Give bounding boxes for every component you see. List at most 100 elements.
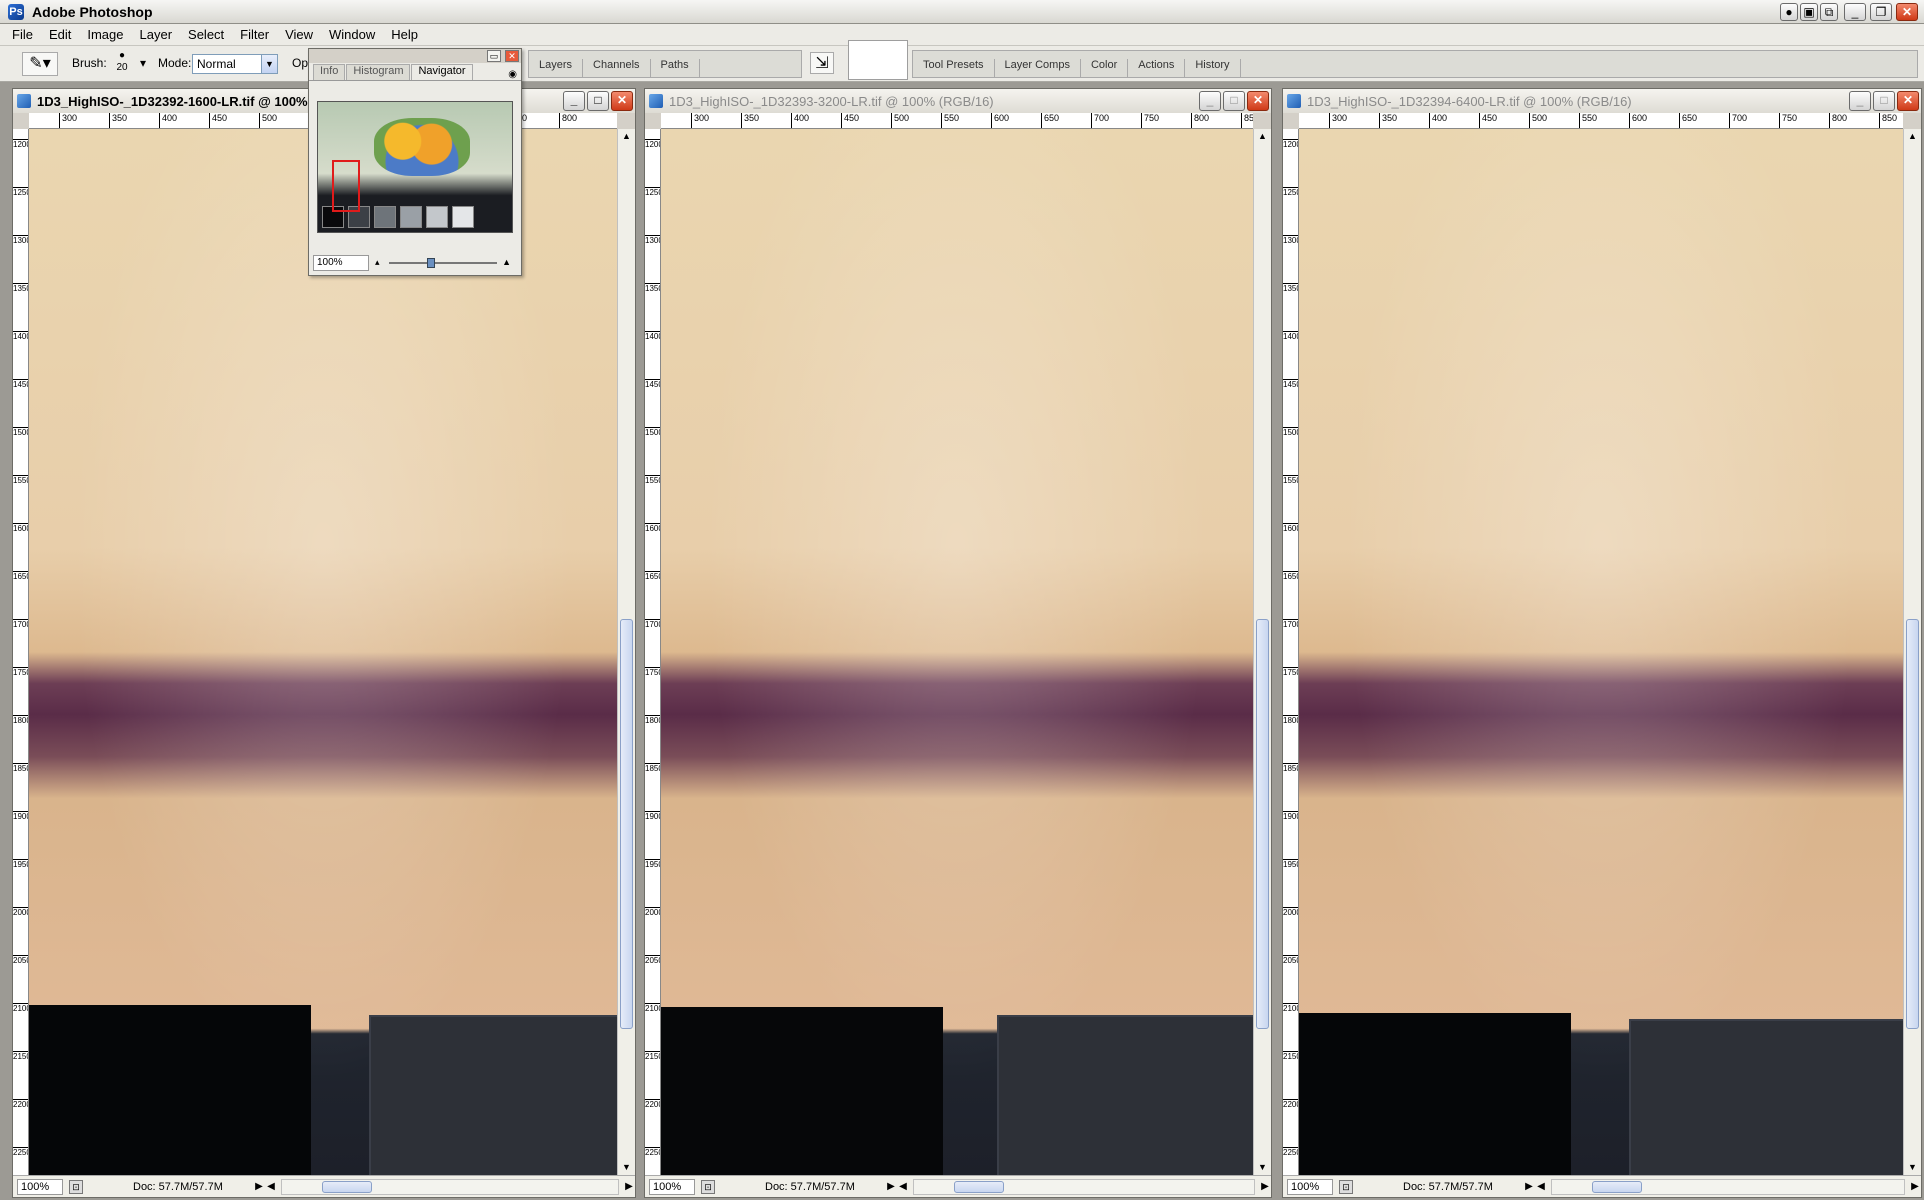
scroll-left-icon[interactable]: ◀ — [1535, 1181, 1547, 1192]
document-status-icon[interactable]: ⊡ — [1339, 1179, 1353, 1194]
scroll-left-icon[interactable]: ◀ — [897, 1181, 909, 1192]
palette-tabs: Info Histogram Navigator ◉ — [309, 63, 521, 81]
scroll-thumb[interactable] — [1592, 1180, 1642, 1193]
status-menu-arrow-icon[interactable]: ▶ — [253, 1181, 265, 1192]
status-menu-arrow-icon[interactable]: ▶ — [885, 1181, 897, 1192]
image-canvas[interactable] — [661, 129, 1253, 1175]
ruler-tick: 700 — [1729, 113, 1747, 128]
menu-filter[interactable]: Filter — [232, 27, 277, 42]
ruler-tick: 350 — [109, 113, 127, 128]
document-window-2[interactable]: 1D3_HighISO-_1D32393-3200-LR.tif @ 100% … — [644, 88, 1272, 1198]
scroll-thumb[interactable] — [620, 619, 633, 1029]
minimize-button[interactable]: _ — [1199, 91, 1221, 111]
maximize-button[interactable]: □ — [587, 91, 609, 111]
scroll-thumb[interactable] — [1256, 619, 1269, 1029]
screen-icon[interactable]: ▣ — [1800, 3, 1818, 21]
minimize-button[interactable]: _ — [1849, 91, 1871, 111]
tab-navigator[interactable]: Navigator — [411, 64, 473, 80]
scroll-down-icon[interactable]: ▼ — [1905, 1160, 1920, 1175]
scroll-down-icon[interactable]: ▼ — [619, 1160, 634, 1175]
navigator-zoom-field[interactable]: 100% — [313, 255, 369, 271]
scroll-thumb[interactable] — [1906, 619, 1919, 1029]
image-canvas[interactable] — [29, 129, 617, 1175]
close-button[interactable]: ✕ — [1247, 91, 1269, 111]
minimize-button[interactable]: _ — [1844, 3, 1866, 21]
minimize-button[interactable]: _ — [563, 91, 585, 111]
scroll-up-icon[interactable]: ▲ — [619, 129, 634, 144]
navigator-thumbnail[interactable] — [317, 101, 513, 233]
zoom-out-icon[interactable]: ▴ — [375, 257, 380, 268]
menu-image[interactable]: Image — [79, 27, 131, 42]
zoom-field[interactable]: 100% — [649, 1178, 695, 1195]
tab-paths[interactable]: Paths — [651, 59, 700, 77]
menu-file[interactable]: File — [4, 27, 41, 42]
scroll-down-icon[interactable]: ▼ — [1255, 1160, 1270, 1175]
zoom-slider-knob[interactable] — [427, 258, 435, 268]
navigator-palette[interactable]: ▭ ✕ Info Histogram Navigator ◉ 100% ▴ ▲ — [308, 48, 522, 276]
status-menu-arrow-icon[interactable]: ▶ — [1523, 1181, 1535, 1192]
window-controls: _ ❐ ✕ — [1844, 3, 1918, 21]
tab-color[interactable]: Color — [1081, 59, 1129, 77]
zoom-field[interactable]: 100% — [1287, 1178, 1333, 1195]
close-button[interactable]: ✕ — [611, 91, 633, 111]
menu-window[interactable]: Window — [321, 27, 383, 42]
document-title-bar[interactable]: 1D3_HighISO-_1D32394-6400-LR.tif @ 100% … — [1283, 89, 1921, 113]
close-button[interactable]: ✕ — [1897, 91, 1919, 111]
vertical-scrollbar[interactable]: ▲ ▼ — [617, 129, 635, 1175]
restore-icon[interactable]: ⧉ — [1820, 3, 1838, 21]
scroll-thumb[interactable] — [954, 1180, 1004, 1193]
image-canvas[interactable] — [1299, 129, 1903, 1175]
palette-menu-icon[interactable]: ⇲ — [810, 52, 834, 74]
scroll-right-icon[interactable]: ▶ — [1909, 1181, 1921, 1192]
zoom-field[interactable]: 100% — [17, 1178, 63, 1195]
close-button[interactable]: ✕ — [1896, 3, 1918, 21]
adobe-online-feather-icon[interactable] — [848, 40, 908, 80]
horizontal-scrollbar[interactable] — [1551, 1178, 1905, 1195]
navigator-view-box[interactable] — [332, 160, 360, 212]
close-icon[interactable]: ✕ — [505, 50, 519, 62]
ruler-tick: 2200 — [13, 1099, 28, 1111]
mode-select[interactable]: Normal ▼ — [192, 54, 278, 74]
document-status-icon[interactable]: ⊡ — [69, 1179, 83, 1194]
scroll-up-icon[interactable]: ▲ — [1905, 129, 1920, 144]
chevron-down-icon[interactable]: ▾ — [140, 56, 146, 70]
horizontal-scrollbar[interactable] — [913, 1178, 1255, 1195]
scroll-right-icon[interactable]: ▶ — [1259, 1181, 1271, 1192]
scroll-up-icon[interactable]: ▲ — [1255, 129, 1270, 144]
palette-menu-icon[interactable]: ◉ — [508, 69, 521, 80]
zoom-in-icon[interactable]: ▲ — [502, 257, 511, 267]
menu-edit[interactable]: Edit — [41, 27, 79, 42]
collapse-icon[interactable]: ▭ — [487, 50, 501, 62]
record-icon[interactable]: ● — [1780, 3, 1798, 21]
document-window-3[interactable]: 1D3_HighISO-_1D32394-6400-LR.tif @ 100% … — [1282, 88, 1922, 1198]
maximize-button[interactable]: □ — [1873, 91, 1895, 111]
document-status-icon[interactable]: ⊡ — [701, 1179, 715, 1194]
menu-help[interactable]: Help — [383, 27, 426, 42]
menu-select[interactable]: Select — [180, 27, 232, 42]
scroll-thumb[interactable] — [322, 1180, 372, 1193]
document-title-bar[interactable]: 1D3_HighISO-_1D32393-3200-LR.tif @ 100% … — [645, 89, 1271, 113]
ruler-tick: 350 — [1379, 113, 1397, 128]
tab-actions[interactable]: Actions — [1128, 59, 1186, 77]
tab-tool-presets[interactable]: Tool Presets — [913, 59, 995, 77]
horizontal-scrollbar[interactable] — [281, 1178, 619, 1195]
vertical-scrollbar[interactable]: ▲ ▼ — [1903, 129, 1921, 1175]
scroll-left-icon[interactable]: ◀ — [265, 1181, 277, 1192]
tab-info[interactable]: Info — [313, 64, 346, 80]
menu-layer[interactable]: Layer — [132, 27, 181, 42]
tab-history[interactable]: History — [1185, 59, 1241, 77]
vertical-scrollbar[interactable]: ▲ ▼ — [1253, 129, 1271, 1175]
tab-layer-comps[interactable]: Layer Comps — [995, 59, 1081, 77]
menu-view[interactable]: View — [277, 27, 321, 42]
maximize-button[interactable]: ❐ — [1870, 3, 1892, 21]
maximize-button[interactable]: □ — [1223, 91, 1245, 111]
tab-layers[interactable]: Layers — [529, 59, 584, 77]
tab-channels[interactable]: Channels — [583, 59, 651, 77]
ruler-tick: 1200 — [645, 139, 660, 151]
scroll-right-icon[interactable]: ▶ — [623, 1181, 635, 1192]
zoom-slider[interactable]: ▴ ▲ — [375, 255, 511, 271]
brush-tool-icon[interactable]: ✎▾ — [22, 52, 58, 76]
brush-preset-picker[interactable]: ● 20 — [112, 50, 132, 78]
palette-title-bar[interactable]: ▭ ✕ — [309, 49, 521, 63]
tab-histogram[interactable]: Histogram — [346, 64, 411, 80]
